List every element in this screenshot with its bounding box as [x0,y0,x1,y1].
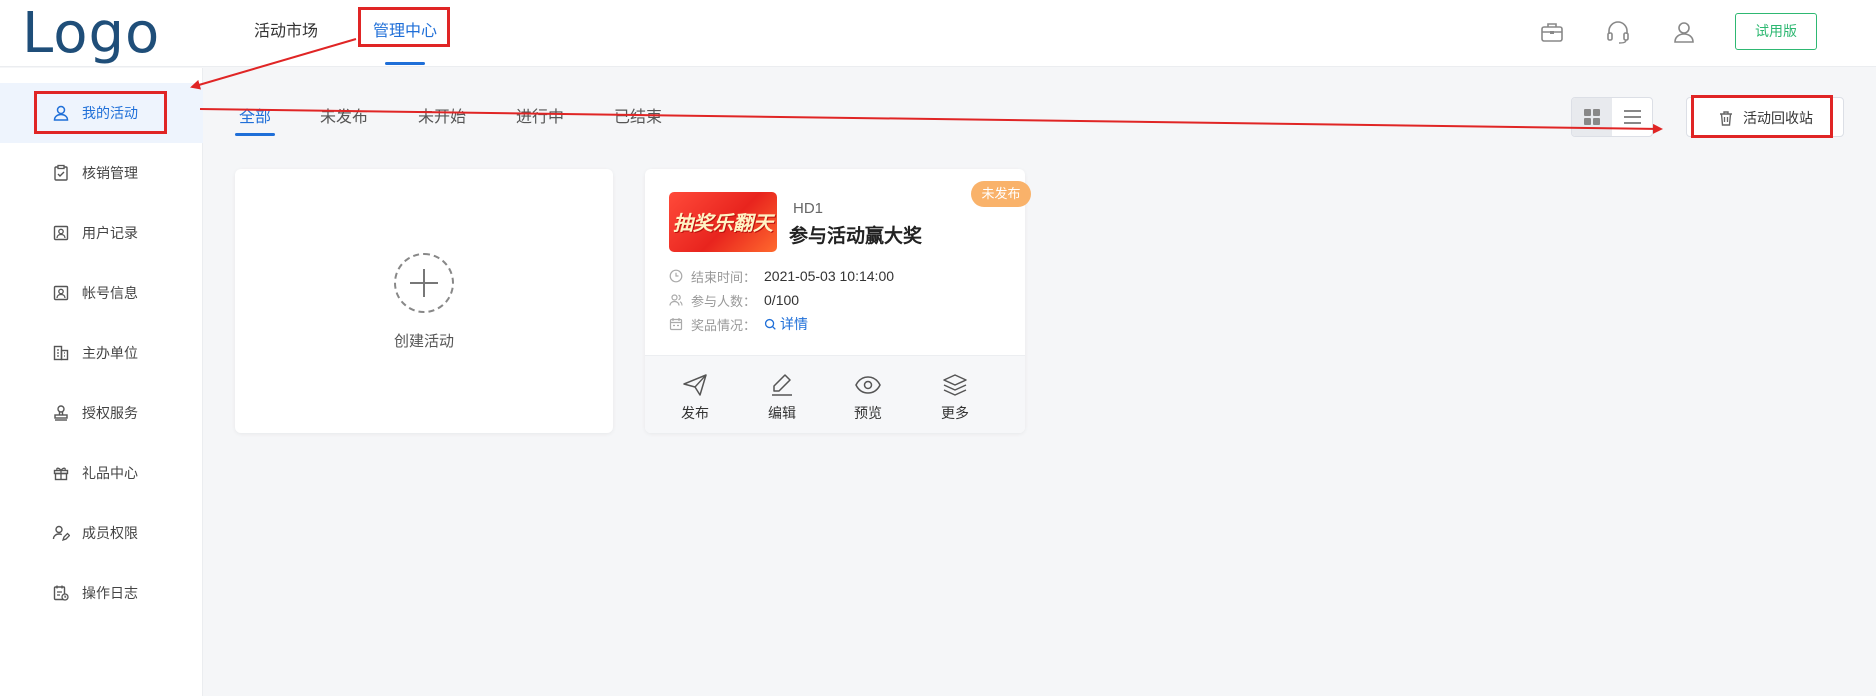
top-header: Logo 活动市场 管理中心 试用版 [0,0,1876,67]
sidebar-item-label: 核销管理 [82,165,138,181]
list-icon [1624,110,1641,124]
sidebar-item-label: 用户记录 [82,225,138,241]
building-icon [53,345,69,361]
more-button[interactable]: 更多 [925,372,985,423]
participants-value: 0/100 [764,292,800,308]
eye-icon [855,376,881,394]
edit-button[interactable]: 编辑 [752,372,812,423]
end-time-row: 结束时间： 2021-05-03 10:14:00 [669,266,894,286]
grid-icon [1584,109,1600,125]
preview-label: 预览 [854,405,882,421]
participants-label: 参与人数： [691,293,757,309]
create-activity-card[interactable]: 创建活动 [235,169,613,433]
trial-version-button[interactable]: 试用版 [1735,13,1817,50]
thumbnail-text: 抽奖乐翻天 [673,213,773,235]
card-actions: 发布 编辑 预览 更多 [645,355,1025,433]
activity-code: HD1 [793,200,824,217]
publish-label: 发布 [681,405,709,421]
users-icon [669,294,683,306]
nav-activity-market[interactable]: 活动市场 [254,20,318,44]
annotation-box-my-activities [34,91,167,134]
sidebar-item-authorization[interactable]: 授权服务 [0,383,203,443]
more-label: 更多 [941,405,969,421]
user-edit-icon [52,525,70,542]
user-icon[interactable] [1670,18,1698,46]
tab-unpublished[interactable]: 未发布 [320,106,368,130]
prize-details-text: 详情 [780,316,809,332]
tab-active-indicator [235,133,275,136]
sidebar-item-label: 成员权限 [82,525,138,541]
publish-button[interactable]: 发布 [665,372,725,423]
status-badge: 未发布 [971,181,1031,207]
prize-details-link[interactable]: 详情 [764,314,808,334]
list-view-button[interactable] [1612,98,1652,136]
layers-icon [943,374,967,396]
sidebar-item-member-permissions[interactable]: 成员权限 [0,503,203,563]
end-time-label: 结束时间： [691,269,757,285]
prize-row: 奖品情况： 详情 [669,314,808,334]
calendar-icon [669,318,683,331]
annotation-box-management-center [358,7,450,47]
activity-thumbnail[interactable]: 抽奖乐翻天 [669,192,777,252]
preview-button[interactable]: 预览 [838,372,898,423]
sidebar-item-organizer[interactable]: 主办单位 [0,323,203,383]
sidebar-item-redemption[interactable]: 核销管理 [0,143,203,203]
end-time-value: 2021-05-03 10:14:00 [764,268,895,284]
briefcase-icon[interactable] [1538,18,1566,46]
participants-row: 参与人数： 0/100 [669,290,799,310]
tab-ended[interactable]: 已结束 [614,106,662,130]
id-card-icon [53,225,69,241]
prize-label: 奖品情况： [691,317,757,333]
stamp-icon [54,405,68,421]
nav-active-indicator [385,62,425,65]
edit-label: 编辑 [768,405,796,421]
sidebar-item-label: 主办单位 [82,345,138,361]
headset-icon[interactable] [1604,18,1632,46]
sidebar-item-label: 操作日志 [82,585,138,601]
sidebar-item-gift-center[interactable]: 礼品中心 [0,443,203,503]
clock-icon [669,269,683,283]
tab-not-started[interactable]: 未开始 [418,106,466,130]
view-toggle [1571,97,1653,137]
activity-card[interactable]: 未发布 抽奖乐翻天 HD1 参与活动赢大奖 结束时间： 2021-05-03 1… [645,169,1031,433]
sidebar-item-operation-log[interactable]: 操作日志 [0,563,203,623]
sidebar-item-account-info[interactable]: 帐号信息 [0,263,203,323]
id-badge-icon [53,285,69,301]
send-icon [683,374,707,396]
clipboard-check-icon [54,164,68,181]
sidebar-item-label: 礼品中心 [82,465,138,481]
sidebar-item-label: 授权服务 [82,405,138,421]
create-activity-label: 创建活动 [393,333,454,350]
search-icon [764,318,776,330]
grid-view-button[interactable] [1572,98,1612,136]
sidebar-item-user-records[interactable]: 用户记录 [0,203,203,263]
gift-icon [53,467,69,481]
activity-title: 参与活动赢大奖 [789,226,923,247]
sidebar: 我的活动 核销管理 用户记录 帐号信息 主办单位 授权服务 礼品中心 成员权限 … [0,68,203,696]
plus-icon [394,253,454,313]
logo[interactable]: Logo [22,2,160,66]
sidebar-item-label: 帐号信息 [82,285,138,301]
tab-in-progress[interactable]: 进行中 [516,106,564,130]
tab-all[interactable]: 全部 [239,106,271,130]
annotation-box-recycle-bin [1691,95,1833,138]
log-icon [53,585,69,601]
edit-icon [772,374,792,396]
